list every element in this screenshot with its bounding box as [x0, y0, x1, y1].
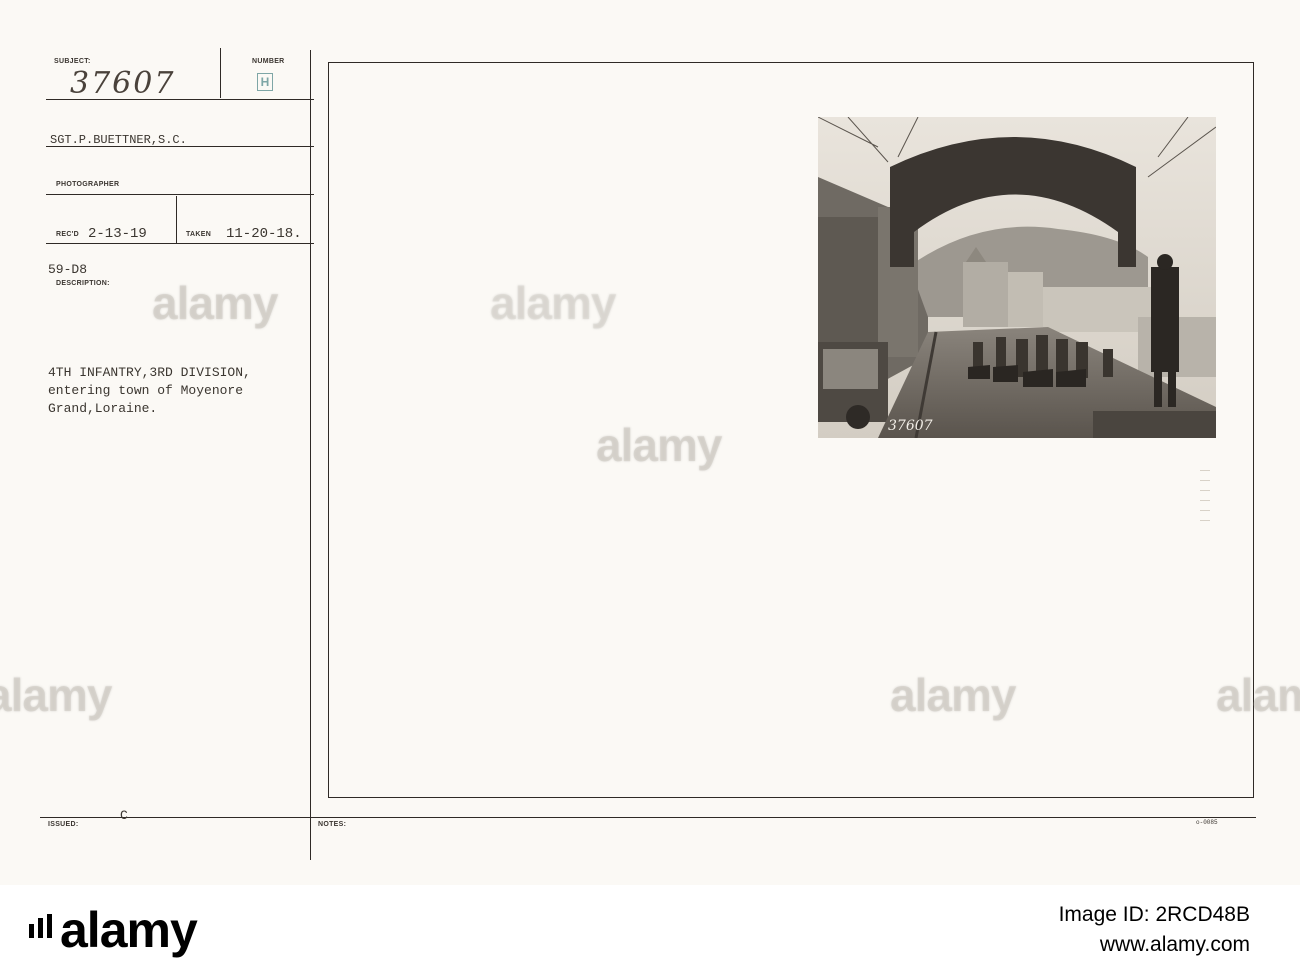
watermark: alamy	[890, 669, 1016, 721]
subject-number: 37607	[70, 66, 176, 101]
photographer-label: PHOTOGRAPHER	[56, 181, 120, 188]
taken-divider	[176, 196, 177, 243]
number-divider	[220, 48, 221, 98]
number-stamp: H	[257, 73, 273, 91]
stock-banner: alamy Image ID: 2RCD48B www.alamy.com	[0, 885, 1300, 975]
image-id-label: Image ID:	[1058, 903, 1150, 926]
description-line-3: Grand,Loraine.	[48, 401, 158, 416]
notes-label: NOTES:	[318, 821, 347, 828]
alamy-logo-icon	[29, 914, 52, 938]
alamy-logo-mark	[26, 912, 56, 942]
recd-date: 2-13-19	[88, 226, 147, 242]
issued-label: ISSUED:	[48, 821, 79, 828]
description-line-2: entering town of Moyenore	[48, 383, 244, 398]
issued-value: C	[120, 808, 128, 823]
dates-underline	[46, 243, 314, 244]
photographer-name: SGT.P.BUETTNER,S.C.	[50, 133, 187, 147]
image-id: 2RCD48B	[1155, 903, 1250, 926]
number-mark: H	[260, 75, 270, 89]
footer-code: o-0085	[1196, 819, 1218, 826]
edge-ticks	[1200, 470, 1210, 540]
street-photograph: 37607	[818, 117, 1216, 438]
number-label: NUMBER	[252, 58, 285, 65]
taken-label: TAKEN	[186, 231, 212, 238]
description-label: DESCRIPTION:	[56, 280, 110, 287]
watermark: alamy	[490, 277, 616, 329]
photo-caption-number: 37607	[888, 418, 933, 434]
subject-label: SUBJECT:	[54, 58, 91, 65]
watermark: alamy	[596, 419, 722, 471]
notes-rule	[40, 817, 1256, 818]
watermark: alamy	[0, 669, 112, 721]
description-line-1: 4TH INFANTRY,3RD DIVISION,	[48, 365, 251, 380]
archive-record-card: SUBJECT: 37607 NUMBER H SGT.P.BUETTNER,S…	[0, 0, 1300, 885]
photographer-label-rule	[46, 194, 314, 195]
watermark: alamy	[1216, 669, 1300, 721]
taken-date: 11-20-18.	[226, 226, 302, 242]
record-code: 59-D8	[48, 262, 88, 277]
recd-label: REC'D	[56, 231, 79, 238]
image-id-line: Image ID: 2RCD48B	[1059, 903, 1250, 927]
left-column-divider	[310, 50, 311, 860]
alamy-url: www.alamy.com	[1099, 933, 1250, 956]
watermark: alamy	[152, 277, 278, 329]
alamy-logo-text: alamy	[60, 902, 198, 958]
